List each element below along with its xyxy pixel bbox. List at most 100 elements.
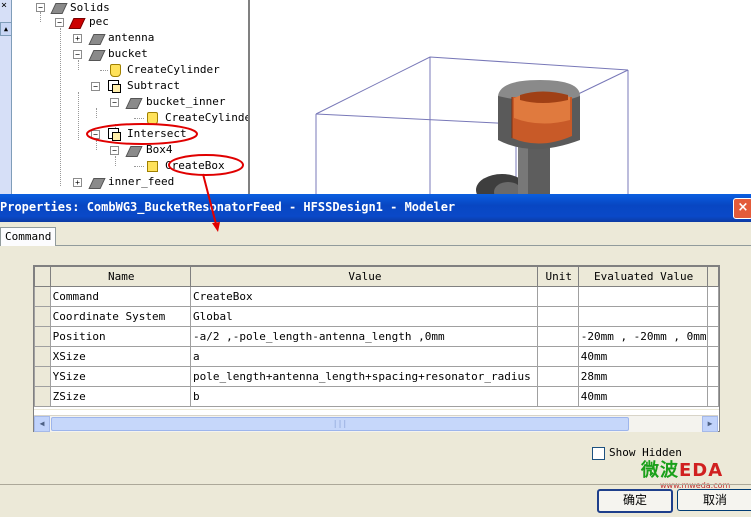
cell-name: Command	[49, 286, 191, 307]
cell-evaluated: 40mm	[577, 346, 708, 367]
properties-table: Name Value Unit Evaluated Value Command …	[34, 266, 719, 407]
tree-item-label: Subtract	[127, 79, 180, 92]
collapse-icon[interactable]: −	[91, 82, 100, 91]
watermark-logo: 微波EDA	[641, 456, 723, 482]
cell-value[interactable]: pole_length+antenna_length+spacing+reson…	[189, 366, 538, 387]
cylinder-icon	[147, 112, 158, 125]
cell-unit[interactable]	[536, 326, 579, 347]
table-row[interactable]: Coordinate System Global	[34, 306, 719, 327]
cell-extra	[706, 286, 719, 307]
cylinder-icon	[110, 64, 121, 77]
tree-item-label: CreateBox	[165, 159, 225, 172]
expand-icon[interactable]: +	[73, 34, 82, 43]
table-row[interactable]: YSize pole_length+antenna_length+spacing…	[34, 366, 719, 387]
table-row[interactable]: ZSize b 40mm	[34, 386, 719, 407]
cell-unit[interactable]	[536, 286, 579, 307]
collapse-icon[interactable]: −	[91, 130, 100, 139]
tree-item-label: CreateCylinde	[165, 111, 248, 124]
scroll-thumb[interactable]: |||	[51, 417, 629, 431]
collapse-icon[interactable]: −	[36, 3, 45, 12]
column-header-extra	[706, 266, 719, 287]
solid-icon	[88, 50, 106, 61]
collapse-icon[interactable]: −	[110, 146, 119, 155]
watermark-text-b: EDA	[679, 460, 724, 481]
table-row[interactable]: Position -a/2 ,-pole_length-antenna_leng…	[34, 326, 719, 347]
scroll-left-icon[interactable]: ◀	[34, 416, 50, 432]
solid-icon	[125, 146, 143, 157]
solid-icon	[125, 98, 143, 109]
model-drawing	[315, 56, 629, 194]
ok-button[interactable]: 确定	[597, 489, 673, 513]
cell-unit[interactable]	[536, 366, 579, 387]
collapse-icon[interactable]: −	[110, 98, 119, 107]
expand-icon[interactable]: +	[73, 178, 82, 187]
tree-item-label: bucket_inner	[146, 95, 226, 108]
bounding-box-wireframe	[315, 56, 629, 194]
scroll-right-icon[interactable]: ▶	[702, 416, 718, 432]
column-header[interactable]: Unit	[536, 266, 579, 287]
cell-unit[interactable]	[536, 306, 579, 327]
cell-value[interactable]: -a/2 ,-pole_length-antenna_length ,0mm	[189, 326, 538, 347]
row-header[interactable]	[34, 366, 51, 387]
cell-value[interactable]: Global	[189, 306, 538, 327]
cell-name: Position	[49, 326, 191, 347]
cell-name: ZSize	[49, 386, 191, 407]
cell-extra	[706, 366, 719, 387]
cell-extra	[706, 326, 719, 347]
header-corner	[34, 266, 51, 287]
row-header[interactable]	[34, 326, 51, 347]
collapse-icon[interactable]: −	[73, 50, 82, 59]
cell-extra	[706, 306, 719, 327]
solid-icon	[88, 178, 106, 189]
cell-value[interactable]: CreateBox	[189, 286, 538, 307]
project-tree: × ▲ − Solids − pec + antenna − bucket Cr…	[0, 0, 248, 194]
scroll-up-icon[interactable]: ▲	[0, 22, 12, 36]
table-row[interactable]: XSize a 40mm	[34, 346, 719, 367]
cell-name: XSize	[49, 346, 191, 367]
cell-unit[interactable]	[536, 346, 579, 367]
cell-value[interactable]: a	[189, 346, 538, 367]
tree-item-label: pec	[89, 15, 109, 28]
tree-item-label: antenna	[108, 31, 155, 44]
tree-item-label: inner_feed	[108, 175, 175, 188]
close-button[interactable]: ×	[733, 198, 751, 219]
tree-item-label: Intersect	[127, 127, 187, 140]
row-header[interactable]	[34, 286, 51, 307]
watermark-text-a: 微波	[641, 460, 679, 481]
cell-evaluated	[577, 286, 708, 307]
collapse-icon[interactable]: −	[55, 18, 64, 27]
cell-evaluated: -20mm , -20mm , 0mm	[577, 326, 708, 347]
cell-evaluated	[577, 306, 708, 327]
close-icon[interactable]: ×	[1, 0, 7, 11]
column-header[interactable]: Evaluated Value	[577, 266, 708, 287]
dialog-title: Properties: CombWG3_BucketResonatorFeed …	[0, 200, 456, 214]
properties-grid: Name Value Unit Evaluated Value Command …	[33, 265, 720, 432]
cell-evaluated: 40mm	[577, 386, 708, 407]
row-header[interactable]	[34, 306, 51, 327]
cell-name: Coordinate System	[49, 306, 191, 327]
cell-value[interactable]: b	[189, 386, 538, 407]
left-strip: × ▲	[0, 0, 12, 194]
horizontal-scrollbar[interactable]: ◀ ||| ▶	[34, 415, 718, 432]
properties-dialog: Properties: CombWG3_BucketResonatorFeed …	[0, 194, 751, 517]
cell-evaluated: 28mm	[577, 366, 708, 387]
material-icon	[68, 18, 86, 29]
table-row[interactable]: Command CreateBox	[34, 286, 719, 307]
box-icon	[147, 161, 158, 172]
solid-icon	[88, 34, 106, 45]
show-hidden-checkbox[interactable]	[592, 447, 605, 460]
cell-extra	[706, 346, 719, 367]
cancel-button[interactable]: 取消	[677, 489, 751, 511]
column-header[interactable]: Value	[189, 266, 538, 287]
row-header[interactable]	[34, 346, 51, 367]
row-header[interactable]	[34, 386, 51, 407]
bucket-model	[498, 80, 580, 149]
cell-unit[interactable]	[536, 386, 579, 407]
modeler-3d-view[interactable]	[250, 0, 751, 194]
table-header-row: Name Value Unit Evaluated Value	[34, 266, 719, 287]
column-header[interactable]: Name	[49, 266, 191, 287]
tab-command[interactable]: Command	[0, 227, 57, 246]
tree-item-label: Box4	[146, 143, 173, 156]
dialog-titlebar[interactable]: Properties: CombWG3_BucketResonatorFeed …	[0, 194, 751, 222]
subtract-icon	[108, 80, 121, 93]
